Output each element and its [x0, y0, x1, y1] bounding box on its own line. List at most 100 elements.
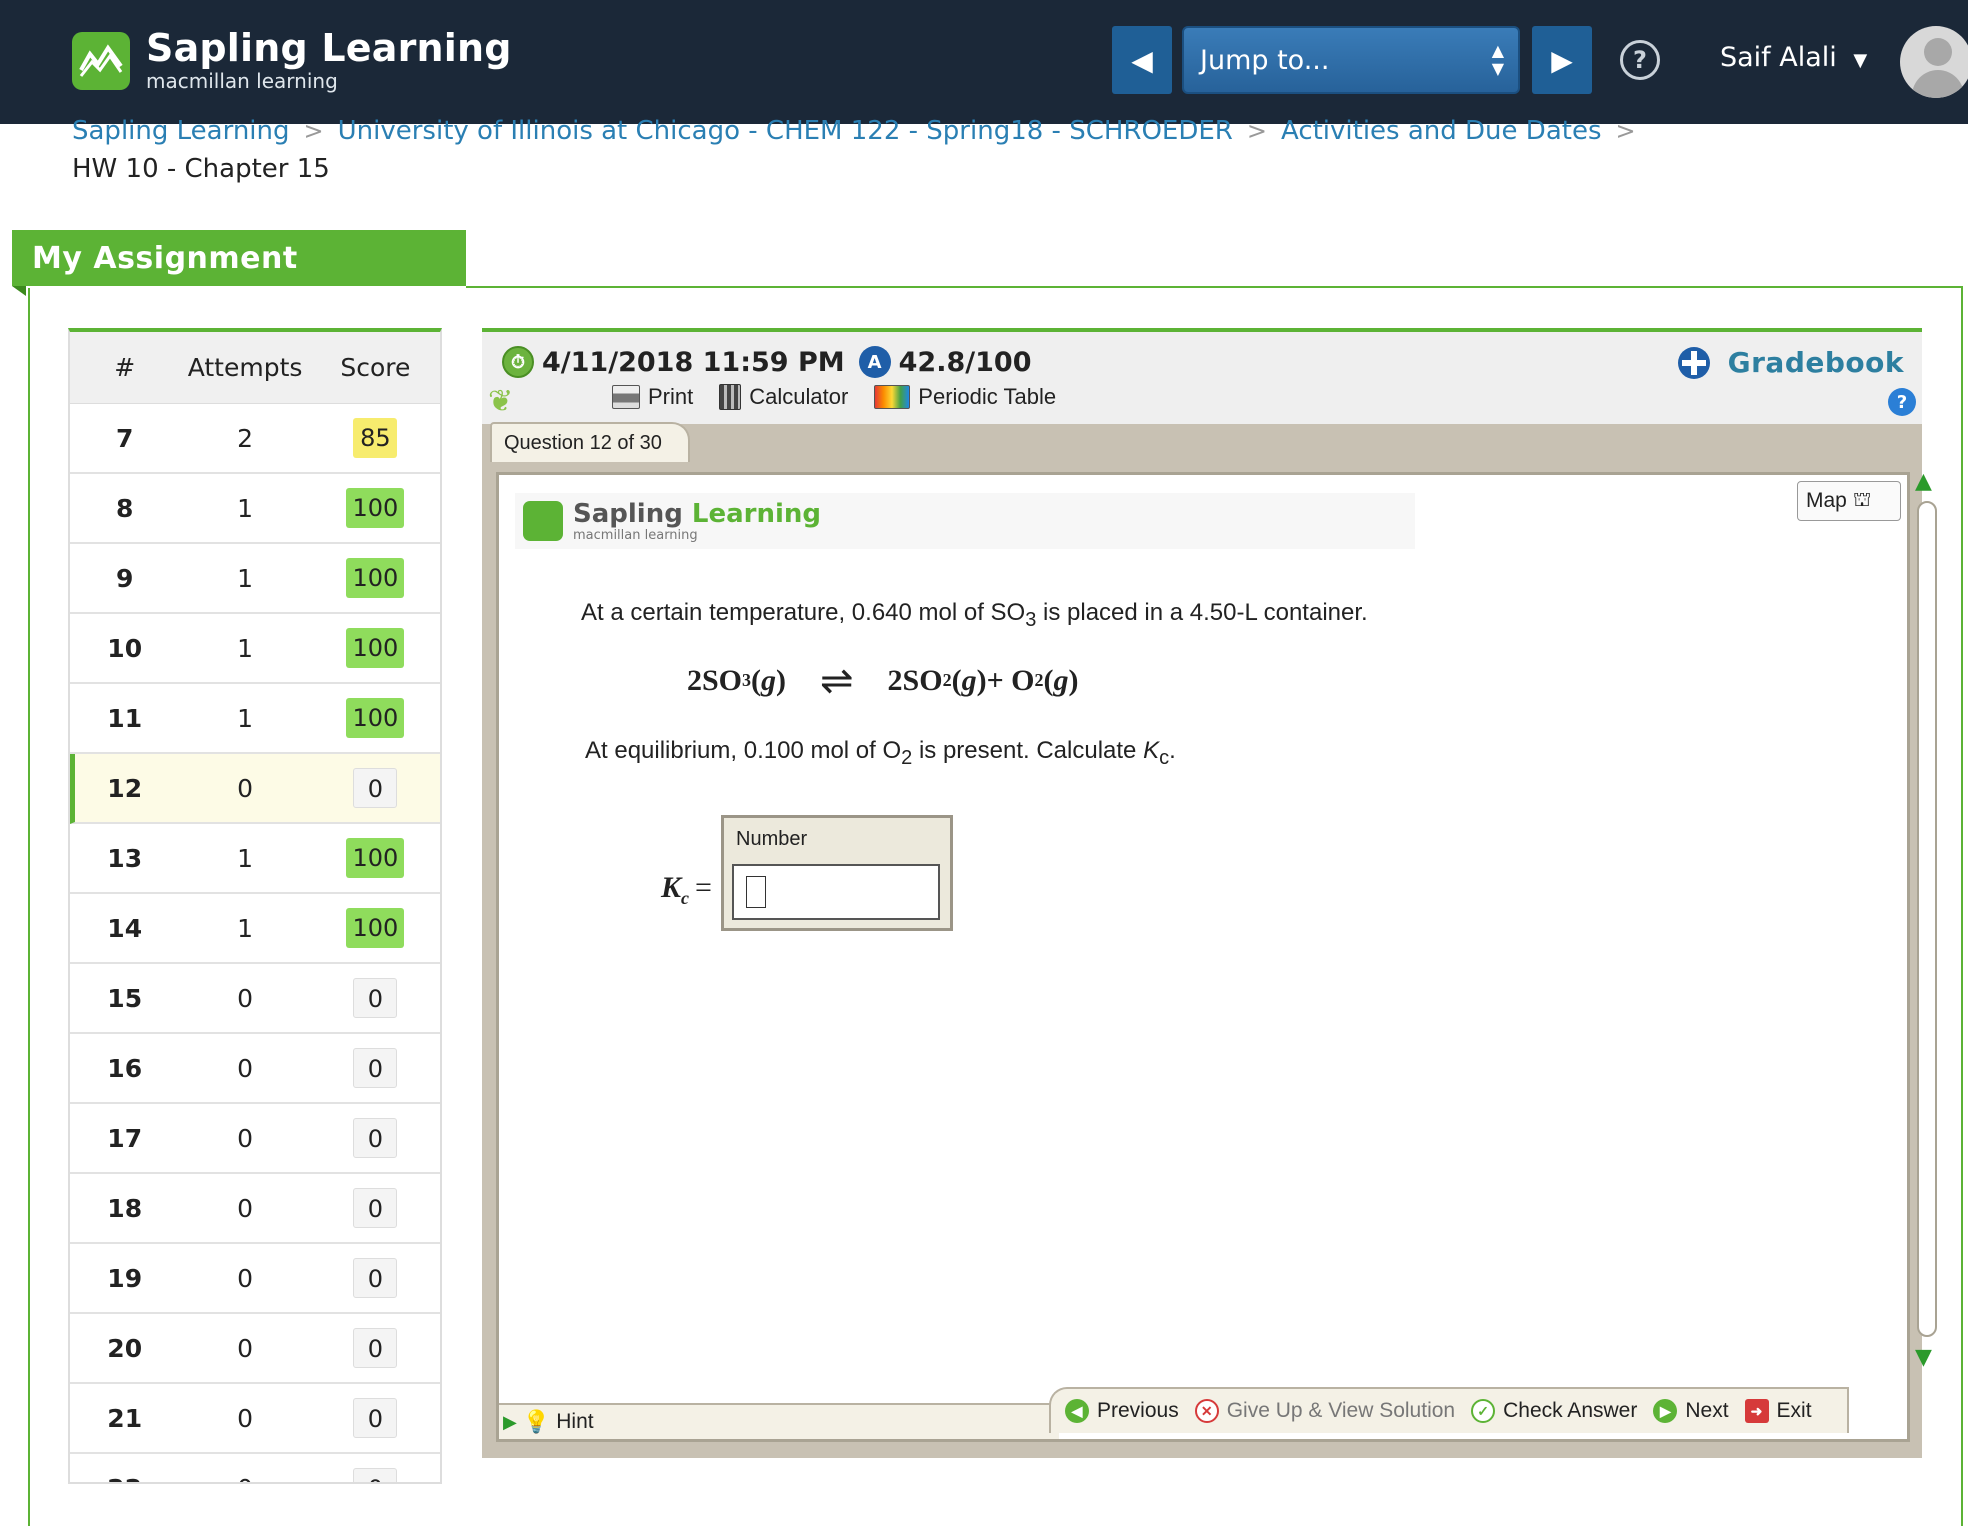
- row-attempts: 0: [237, 773, 253, 803]
- avatar[interactable]: [1900, 26, 1968, 98]
- map-button[interactable]: Map ⛫: [1797, 481, 1901, 521]
- sapling-logo[interactable]: Sapling Learning macmillan learning: [72, 28, 512, 94]
- hint-button[interactable]: ▶ 💡 Hint: [499, 1403, 1059, 1439]
- calculator-button[interactable]: Calculator: [719, 384, 848, 410]
- score-row[interactable]: 8 1 100: [70, 474, 440, 544]
- periodic-table-icon: [874, 385, 911, 409]
- kc-answer-input[interactable]: [732, 864, 940, 920]
- jump-to-select[interactable]: Jump to... ▲ ▼: [1182, 26, 1520, 94]
- answer-number-box: Number: [721, 815, 953, 931]
- periodic-table-button[interactable]: Periodic Table: [874, 384, 1056, 410]
- question-help-icon[interactable]: ?: [1888, 388, 1916, 416]
- scroll-up-icon[interactable]: ▲: [1915, 469, 1932, 494]
- check-answer-button[interactable]: ✓ Check Answer: [1471, 1399, 1637, 1423]
- sitemap-icon: ⛫: [1852, 488, 1872, 511]
- score-row[interactable]: 12 0 0: [70, 754, 440, 824]
- help-icon[interactable]: ?: [1620, 40, 1660, 80]
- leaf-icon: ❦: [488, 384, 514, 419]
- lightbulb-icon: 💡: [522, 1409, 551, 1434]
- score-row[interactable]: 11 1 100: [70, 684, 440, 754]
- gradebook-label: Gradebook: [1727, 346, 1904, 379]
- score-badge: 0: [353, 1398, 398, 1438]
- row-number: 13: [107, 843, 143, 873]
- number-label: Number: [736, 828, 808, 850]
- score-row[interactable]: 17 0 0: [70, 1104, 440, 1174]
- row-number: 22: [70, 1474, 179, 1483]
- score-row[interactable]: 16 0 0: [70, 1034, 440, 1104]
- arrow-right-icon: ▶: [1653, 1399, 1678, 1423]
- tab-fold: [12, 286, 26, 296]
- score-row[interactable]: 2200: [70, 1454, 440, 1483]
- row-attempts: 1: [237, 913, 253, 943]
- map-label: Map: [1806, 489, 1847, 512]
- calculator-label: Calculator: [749, 384, 849, 409]
- breadcrumb: Sapling Learning > University of Illinoi…: [72, 116, 1650, 146]
- score-badge: 0: [353, 1048, 398, 1088]
- score-row[interactable]: 14 1 100: [70, 894, 440, 964]
- caret-down-icon: ▼: [1853, 50, 1868, 71]
- row-attempts: 0: [237, 1333, 253, 1363]
- next-button[interactable]: ▶ Next: [1653, 1399, 1729, 1423]
- top-bar: Sapling Learning macmillan learning ◀ Ju…: [0, 0, 1968, 124]
- score-row[interactable]: 21 0 0: [70, 1384, 440, 1454]
- previous-button[interactable]: ◀ Previous: [1065, 1399, 1179, 1423]
- user-name: Saif Alali: [1720, 42, 1837, 73]
- text-cursor: [746, 876, 766, 908]
- score-row[interactable]: 19 0 0: [70, 1244, 440, 1314]
- breadcrumb-link-sapling[interactable]: Sapling Learning: [72, 116, 290, 146]
- vertical-scrollbar[interactable]: ▲ ▼: [1911, 469, 1943, 1389]
- scroll-down-icon[interactable]: ▼: [1915, 1345, 1932, 1370]
- row-attempts: 1: [237, 493, 253, 523]
- score-row[interactable]: 18 0 0: [70, 1174, 440, 1244]
- kc-label: Kc =: [661, 871, 712, 908]
- row-score-cell: 0: [311, 1258, 440, 1298]
- row-score-cell: 100: [311, 558, 440, 598]
- score-badge: 0: [353, 1328, 398, 1368]
- printer-icon: [612, 385, 640, 409]
- sapling-small-logo-icon: [523, 501, 563, 541]
- question-frame-logo: Sapling Learning macmillan learning: [515, 493, 1415, 549]
- give-up-button[interactable]: ✕ Give Up & View Solution: [1194, 1399, 1456, 1423]
- score-row[interactable]: 7 2 85: [70, 404, 440, 474]
- scroll-track[interactable]: [1917, 501, 1937, 1337]
- row-score-cell: 100: [311, 838, 440, 878]
- give-up-label: Give Up & View Solution: [1226, 1399, 1456, 1422]
- previous-question-button[interactable]: ◀: [1112, 26, 1172, 94]
- row-attempts: 0: [237, 1123, 253, 1153]
- user-menu[interactable]: Saif Alali ▼: [1720, 42, 1867, 73]
- breadcrumb-link-course[interactable]: University of Illinois at Chicago - CHEM…: [338, 116, 1233, 146]
- gradebook-link[interactable]: Gradebook: [1677, 346, 1904, 379]
- exit-label: Exit: [1776, 1399, 1812, 1422]
- score-row[interactable]: 13 1 100: [70, 824, 440, 894]
- previous-label: Previous: [1097, 1399, 1179, 1422]
- triangle-right-icon: ▶: [1551, 43, 1573, 77]
- score-table: # Attempts Score 7 2 85 8 1 100 9 1 100 10 1 100 11 1…: [68, 328, 442, 1484]
- calculator-icon: [719, 384, 742, 410]
- score-row[interactable]: 10 1 100: [70, 614, 440, 684]
- row-attempts: 0: [237, 983, 253, 1013]
- my-assignment-tab[interactable]: My Assignment: [12, 230, 466, 286]
- question-prompt: At a certain temperature, 0.640 mol of S…: [581, 599, 1368, 631]
- row-number: 14: [107, 913, 143, 943]
- print-button[interactable]: Print: [612, 384, 693, 410]
- exit-button[interactable]: ➜ Exit: [1744, 1399, 1812, 1423]
- header-score: Score: [340, 353, 411, 382]
- score-badge: 0: [353, 1468, 398, 1482]
- score-badge: 0: [353, 1188, 398, 1228]
- row-number: 17: [107, 1123, 143, 1153]
- question-prompt-2: At equilibrium, 0.100 mol of O2 is prese…: [585, 737, 1176, 769]
- row-attempts: 0: [237, 1193, 253, 1223]
- row-number: 10: [107, 633, 143, 663]
- clock-icon: ⏱: [502, 346, 534, 378]
- score-row[interactable]: 20 0 0: [70, 1314, 440, 1384]
- logo-name: Sapling Learning: [146, 26, 512, 70]
- score-badge: 100: [346, 558, 405, 598]
- row-score-cell: 0: [311, 1048, 440, 1088]
- chemical-equation: 2SO 3(g) ⇌ 2SO 2(g) + O 2(g): [687, 658, 1079, 703]
- next-question-button[interactable]: ▶: [1532, 26, 1592, 94]
- score-row[interactable]: 9 1 100: [70, 544, 440, 614]
- breadcrumb-link-activities[interactable]: Activities and Due Dates: [1281, 116, 1602, 146]
- score-row[interactable]: 15 0 0: [70, 964, 440, 1034]
- toolbar: Print Calculator Periodic Table: [612, 384, 1082, 410]
- row-number: 18: [107, 1193, 143, 1223]
